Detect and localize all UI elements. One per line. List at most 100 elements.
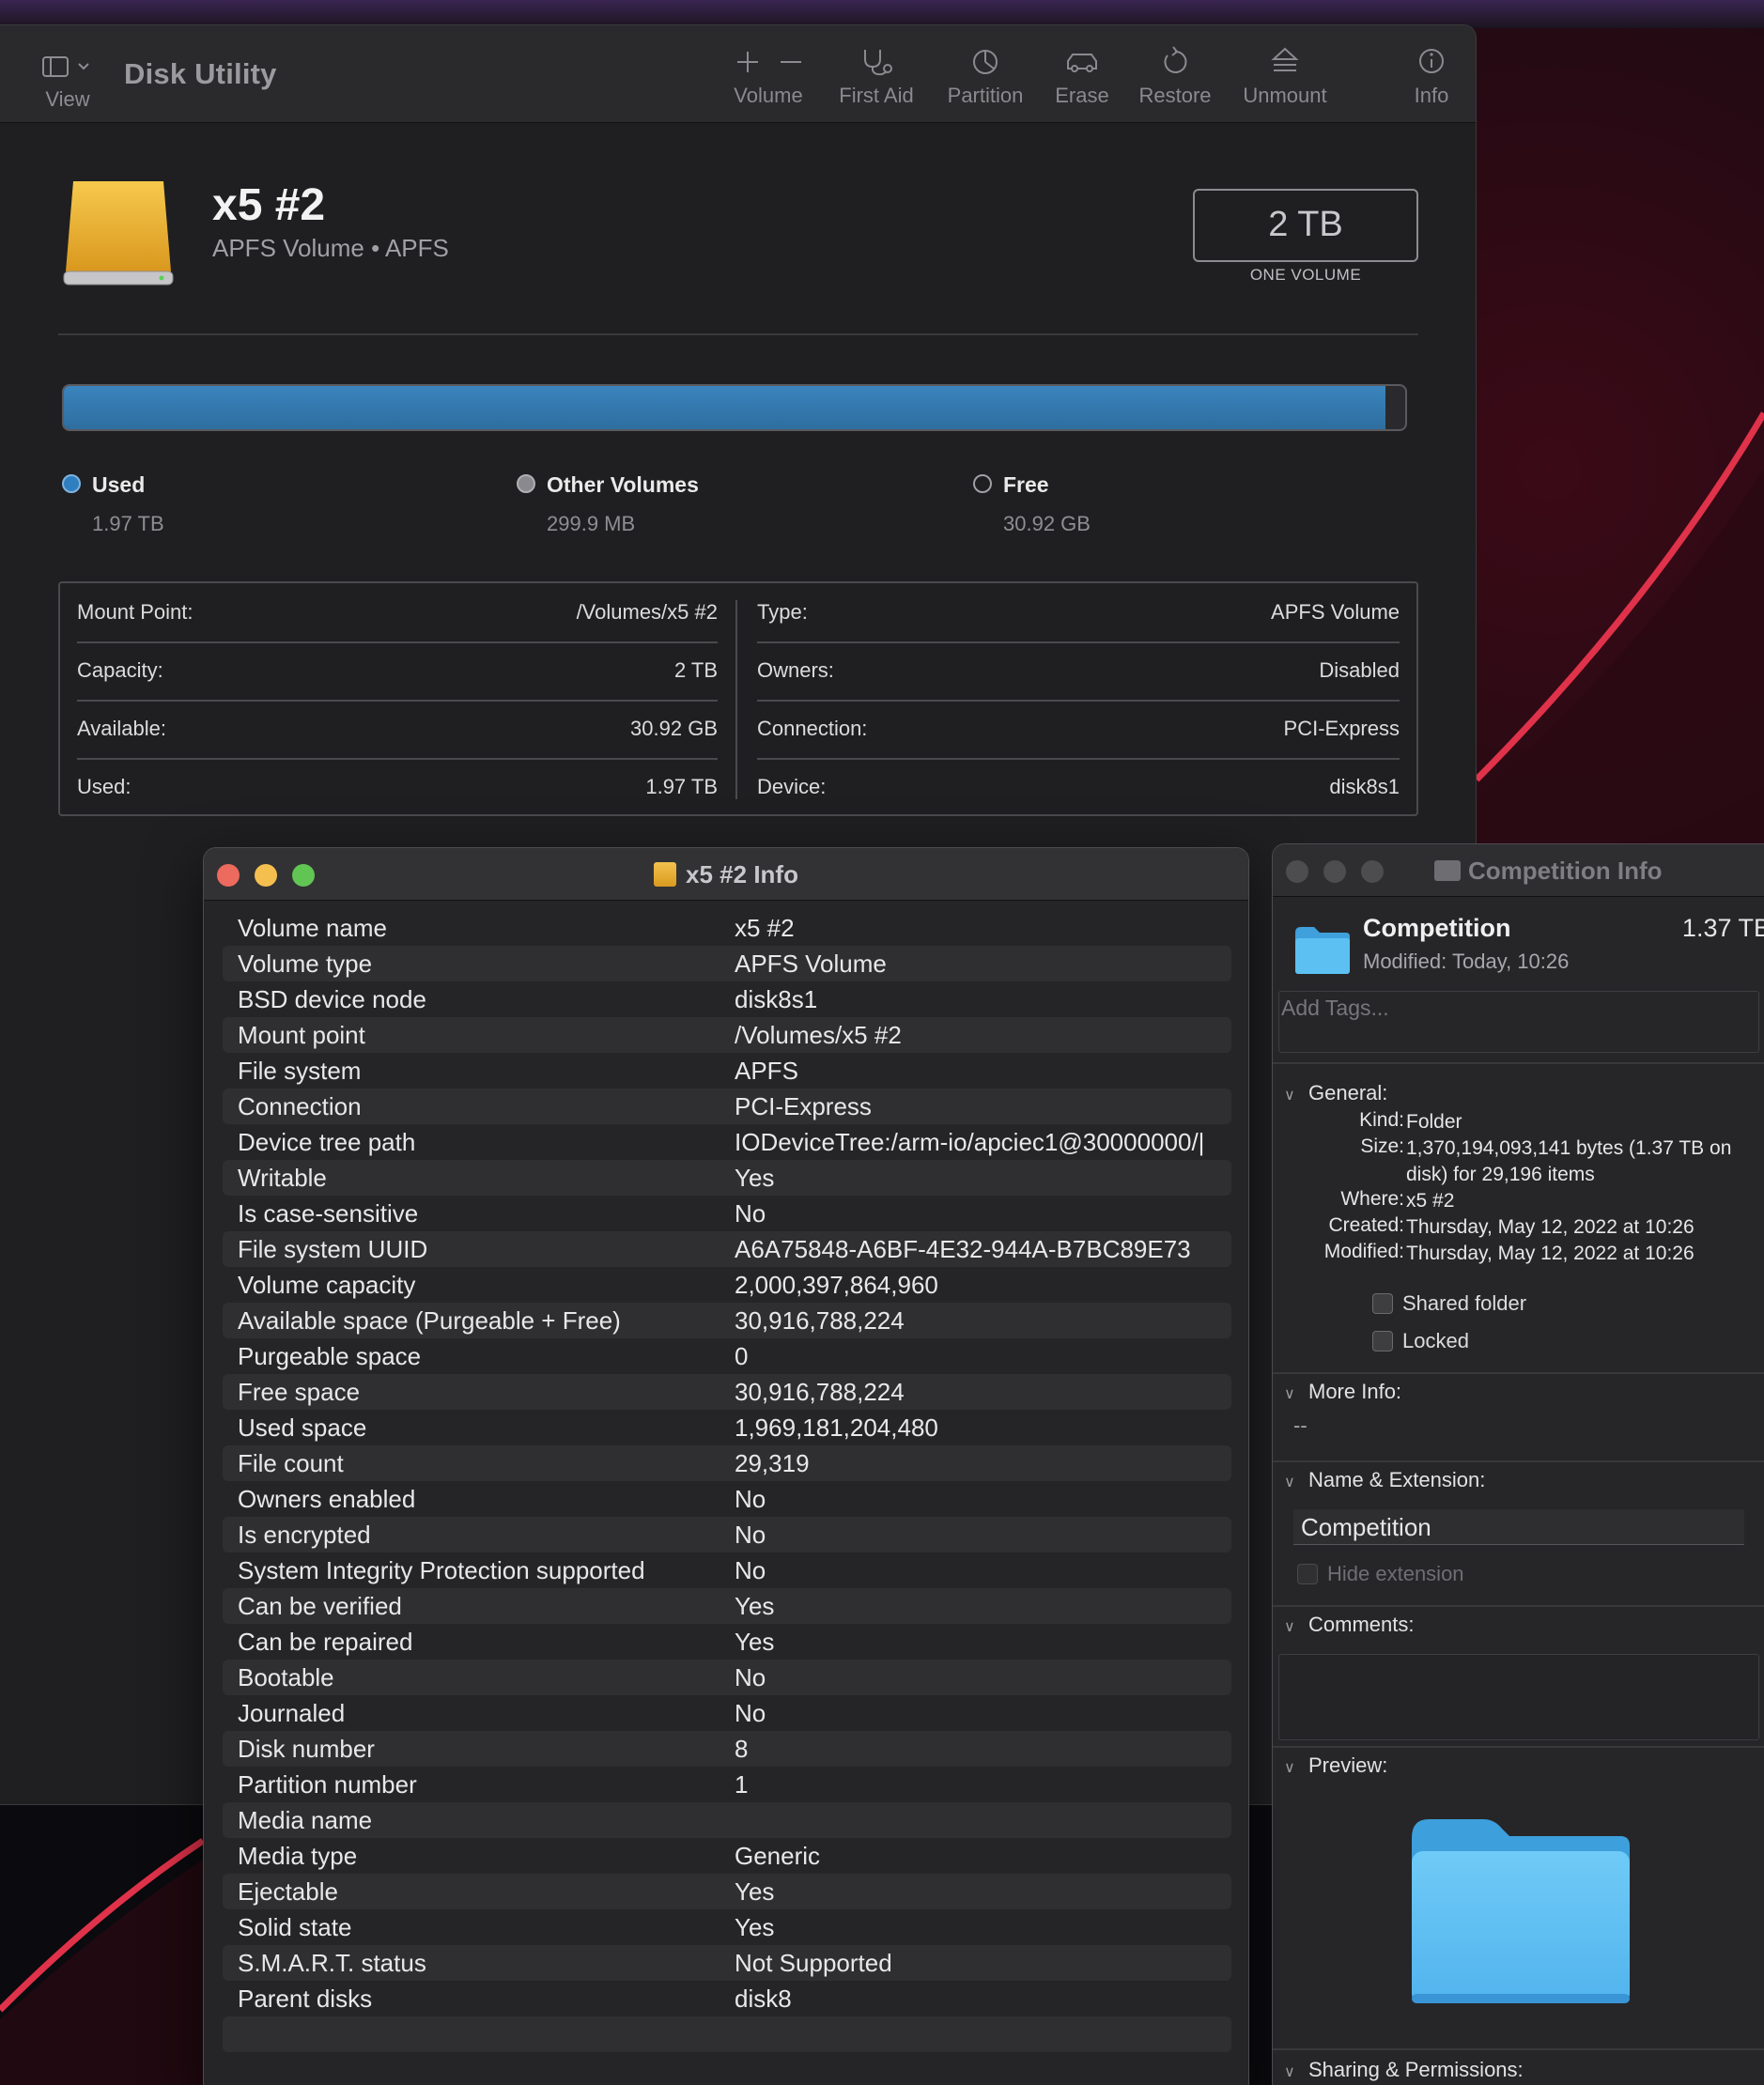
section-divider — [1273, 1605, 1764, 1607]
competition-window-title: Competition Info — [1434, 844, 1663, 897]
pie-icon — [973, 50, 998, 74]
info-list-row: Available space (Purgeable + Free) 30,916… — [223, 1303, 1231, 1338]
partition-label: Partition — [947, 84, 1024, 107]
plus-minus-icon — [737, 52, 801, 72]
info-list-row: Disk number 8 — [223, 1731, 1231, 1767]
info-list-key: Connection — [238, 1092, 362, 1120]
comments-section-toggle[interactable]: ∨ Comments: — [1284, 1613, 1414, 1637]
info-list-key: File count — [238, 1449, 344, 1477]
info-list-key: Is case-sensitive — [238, 1199, 419, 1228]
hide-extension-checkbox[interactable]: Hide extension — [1297, 1562, 1464, 1586]
info-list-key: Mount point — [238, 1021, 365, 1049]
preview-label: Preview: — [1308, 1753, 1388, 1777]
minimize-button[interactable] — [1323, 860, 1346, 883]
info-list-value: 30,916,788,224 — [735, 1306, 905, 1335]
info-list-value: 2,000,397,864,960 — [735, 1271, 938, 1299]
minimize-button[interactable] — [255, 864, 277, 887]
legend-used-swatch — [62, 474, 81, 493]
info-list-value: Yes — [735, 1164, 775, 1192]
zoom-button[interactable] — [292, 864, 315, 887]
info-list-value: 8 — [735, 1735, 749, 1763]
info-list-key: S.M.A.R.T. status — [238, 1949, 426, 1977]
info-list-key: Can be repaired — [238, 1628, 413, 1656]
competition-window-title-text: Competition Info — [1468, 857, 1663, 885]
info-list-key: Volume capacity — [238, 1271, 416, 1299]
external-drive-icon — [63, 181, 174, 286]
info-list-row: BSD device node disk8s1 — [223, 981, 1231, 1017]
preview-section-toggle[interactable]: ∨ Preview: — [1284, 1753, 1387, 1778]
info-row-connection: Connection: PCI-Express — [757, 700, 1400, 758]
info-row-device: Device: disk8s1 — [757, 758, 1400, 816]
general-section-toggle[interactable]: ∨ General: — [1284, 1081, 1387, 1105]
info-list-value: No — [735, 1521, 766, 1549]
volume-button[interactable]: Volume — [727, 44, 810, 108]
info-value: 30.92 GB — [630, 717, 718, 740]
info-row-used: Used: 1.97 TB — [77, 758, 718, 816]
info-list-row: Journaled No — [223, 1695, 1231, 1731]
legend-free-label: Free — [1003, 472, 1049, 497]
chevron-down-icon: ∨ — [1284, 1619, 1295, 1635]
info-list-value: disk8s1 — [735, 985, 818, 1013]
info-key: Used: — [77, 775, 132, 798]
name-extension-field[interactable]: Competition — [1293, 1509, 1744, 1545]
erase-button[interactable]: Erase — [1050, 44, 1114, 108]
info-list-row: File system APFS — [223, 1053, 1231, 1089]
info-list-value: APFS — [735, 1057, 798, 1085]
info-list-row: Device tree path IODeviceTree:/arm-io/apc… — [223, 1124, 1231, 1160]
legend-free-value: 30.92 GB — [1003, 512, 1091, 535]
more-info-label: More Info: — [1308, 1380, 1402, 1403]
info-list-row: Volume capacity 2,000,397,864,960 — [223, 1267, 1231, 1303]
info-list-row: File system UUID A6A75848-A6BF-4E32-944A-… — [223, 1231, 1231, 1267]
partition-button[interactable]: Partition — [941, 44, 1029, 108]
comments-field[interactable] — [1278, 1654, 1759, 1740]
info-rows-list: Volume name x5 #2 Volume type APFS Volume BS… — [223, 910, 1231, 2052]
hide-extension-label: Hide extension — [1327, 1562, 1464, 1585]
column-divider — [735, 600, 737, 799]
close-button[interactable] — [217, 864, 240, 887]
checkbox-box — [1372, 1293, 1393, 1314]
volume-size-caption: ONE VOLUME — [1249, 266, 1362, 284]
sharing-permissions-section-toggle[interactable]: ∨ Sharing & Permissions: — [1284, 2058, 1524, 2082]
info-list-key: Volume name — [238, 914, 387, 942]
info-button[interactable]: Info — [1403, 44, 1460, 108]
info-list-value: Yes — [735, 1877, 775, 1906]
first-aid-button[interactable]: First Aid — [832, 44, 921, 108]
chevron-down-icon: ∨ — [1284, 1088, 1295, 1104]
info-list-key: Volume type — [238, 950, 373, 978]
info-list-value: Yes — [735, 1592, 775, 1620]
info-key: Available: — [77, 717, 166, 740]
folder-modified: Modified: Today, 10:26 — [1363, 950, 1569, 974]
info-list-row: Media type Generic — [223, 1838, 1231, 1874]
info-value: /Volumes/x5 #2 — [576, 600, 718, 624]
name-extension-section-toggle[interactable]: ∨ Name & Extension: — [1284, 1468, 1485, 1492]
info-value: disk8s1 — [1329, 775, 1400, 798]
more-info-section-toggle[interactable]: ∨ More Info: — [1284, 1380, 1401, 1404]
info-key: Connection: — [757, 717, 868, 740]
info-list-row: S.M.A.R.T. status Not Supported — [223, 1945, 1231, 1981]
info-list-value: 29,319 — [735, 1449, 810, 1477]
info-list-row: Is encrypted No — [223, 1517, 1231, 1552]
restore-button[interactable]: Restore — [1133, 44, 1217, 108]
info-list-row: Ejectable Yes — [223, 1874, 1231, 1909]
checkbox-box — [1372, 1331, 1393, 1351]
size-key: Size: — [1360, 1135, 1404, 1157]
created-key: Created: — [1328, 1214, 1404, 1236]
drive-icon — [654, 862, 677, 887]
locked-checkbox[interactable]: Locked — [1372, 1329, 1469, 1353]
usage-bar-used-fill — [64, 386, 1385, 429]
shared-folder-checkbox[interactable]: Shared folder — [1372, 1291, 1526, 1316]
unmount-button[interactable]: Unmount — [1238, 44, 1332, 108]
info-list-row: Can be repaired Yes — [223, 1624, 1231, 1660]
close-button[interactable] — [1286, 860, 1308, 883]
info-list-value: No — [735, 1199, 766, 1228]
chevron-down-icon: ∨ — [1284, 2064, 1295, 2080]
zoom-button[interactable] — [1361, 860, 1384, 883]
view-button[interactable]: View — [34, 52, 101, 112]
info-list-value: 30,916,788,224 — [735, 1378, 905, 1406]
more-info-value: -- — [1293, 1413, 1308, 1437]
legend-free-swatch — [973, 474, 992, 493]
info-list-row: Is case-sensitive No — [223, 1196, 1231, 1231]
tags-field[interactable]: Add Tags... — [1278, 991, 1759, 1053]
info-list-key: Writable — [238, 1164, 327, 1192]
info-list-value: No — [735, 1556, 766, 1584]
